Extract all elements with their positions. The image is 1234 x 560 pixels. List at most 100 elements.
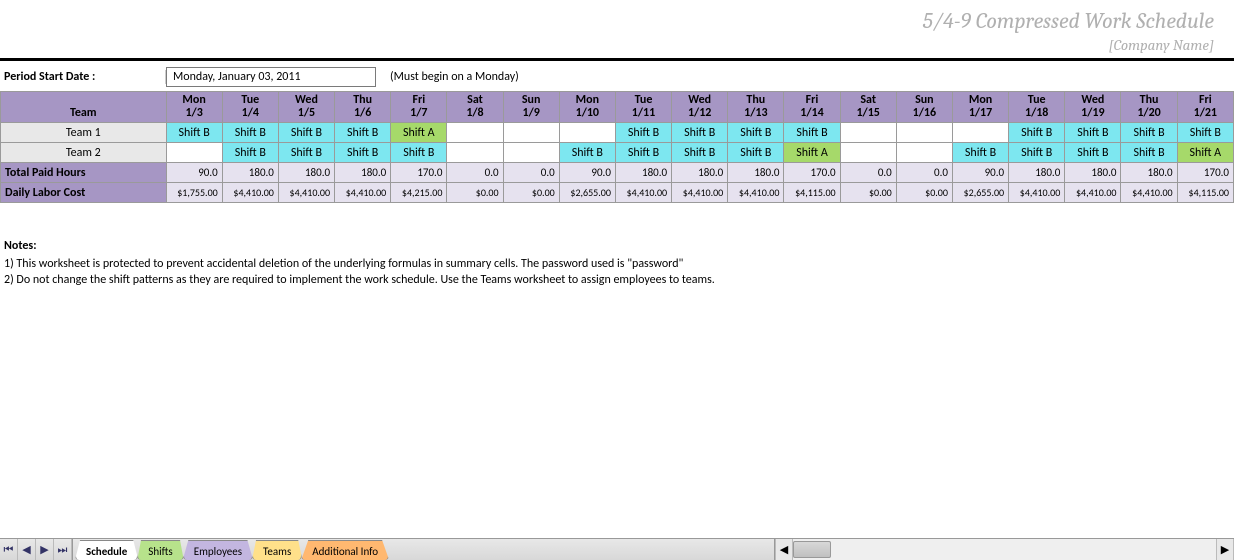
- daily-labor-cost-row-cell: $4,215.00: [391, 183, 447, 203]
- shift-cell[interactable]: Shift B: [222, 123, 278, 143]
- shift-cell[interactable]: Shift B: [728, 143, 784, 163]
- shift-cell[interactable]: Shift B: [1009, 123, 1065, 143]
- shift-cell[interactable]: Shift B: [335, 123, 391, 143]
- sheet-nav-next-icon[interactable]: ▶: [36, 539, 54, 560]
- shift-cell[interactable]: Shift B: [1065, 123, 1121, 143]
- team-header: Team: [1, 92, 167, 123]
- shift-cell[interactable]: [503, 143, 559, 163]
- sheet-nav-prev-icon[interactable]: ◀: [18, 539, 36, 560]
- daily-labor-cost-row-cell: $2,655.00: [952, 183, 1008, 203]
- shift-cell[interactable]: [896, 123, 952, 143]
- day-header: Sun1/9: [503, 92, 559, 123]
- shift-cell[interactable]: Shift B: [1121, 143, 1177, 163]
- day-date: 1/5: [283, 107, 330, 120]
- day-date: 1/21: [1182, 107, 1229, 120]
- day-header: Wed1/19: [1065, 92, 1121, 123]
- daily-labor-cost-row-label: Daily Labor Cost: [1, 183, 167, 203]
- total-paid-hours-row-cell: 90.0: [559, 163, 615, 183]
- daily-labor-cost-row-cell: $4,410.00: [1009, 183, 1065, 203]
- shift-cell[interactable]: [447, 123, 503, 143]
- total-paid-hours-row-cell: 170.0: [1177, 163, 1233, 183]
- daily-labor-cost-row-cell: $4,410.00: [1065, 183, 1121, 203]
- shift-cell[interactable]: Shift B: [1177, 123, 1233, 143]
- shift-cell[interactable]: Shift B: [278, 143, 334, 163]
- shift-cell[interactable]: Shift A: [784, 143, 840, 163]
- team-name-cell[interactable]: Team 1: [1, 123, 167, 143]
- shift-cell[interactable]: Shift A: [1177, 143, 1233, 163]
- shift-cell[interactable]: Shift B: [1065, 143, 1121, 163]
- shift-cell[interactable]: Shift B: [1121, 123, 1177, 143]
- shift-cell[interactable]: Shift B: [672, 143, 728, 163]
- sheet-nav-buttons: ⏮ ◀ ▶ ⏭: [0, 539, 73, 560]
- sheet-tab[interactable]: Shifts: [137, 540, 183, 560]
- team-name-cell[interactable]: Team 2: [1, 143, 167, 163]
- sheet-nav-last-icon[interactable]: ⏭: [54, 539, 72, 560]
- shift-cell[interactable]: Shift B: [222, 143, 278, 163]
- scroll-thumb[interactable]: [793, 541, 831, 558]
- sheet-tab-bar: ⏮ ◀ ▶ ⏭ ScheduleShiftsEmployeesTeamsAddi…: [0, 538, 1234, 560]
- day-date: 1/4: [227, 107, 274, 120]
- period-start-input[interactable]: [166, 67, 376, 87]
- shift-cell[interactable]: Shift B: [952, 143, 1008, 163]
- daily-labor-cost-row-cell: $4,410.00: [335, 183, 391, 203]
- shift-cell[interactable]: [447, 143, 503, 163]
- total-paid-hours-row-cell: 180.0: [1121, 163, 1177, 183]
- shift-cell[interactable]: Shift B: [728, 123, 784, 143]
- scroll-left-icon[interactable]: ◀: [775, 539, 793, 560]
- day-header: Sat1/15: [840, 92, 896, 123]
- total-paid-hours-row-cell: 180.0: [222, 163, 278, 183]
- period-start-label: Period Start Date :: [2, 70, 166, 84]
- daily-labor-cost-row-cell: $1,755.00: [166, 183, 222, 203]
- shift-cell[interactable]: Shift B: [615, 143, 671, 163]
- shift-cell[interactable]: Shift B: [672, 123, 728, 143]
- sheet-tabs: ScheduleShiftsEmployeesTeamsAdditional I…: [73, 539, 388, 560]
- schedule-table: Team Mon1/3Tue1/4Wed1/5Thu1/6Fri1/7Sat1/…: [0, 91, 1234, 203]
- shift-cell[interactable]: Shift B: [278, 123, 334, 143]
- sheet-tab[interactable]: Additional Info: [301, 540, 389, 560]
- total-paid-hours-row-cell: 170.0: [391, 163, 447, 183]
- day-header: Wed1/5: [278, 92, 334, 123]
- scroll-right-icon[interactable]: ▶: [1216, 539, 1234, 560]
- shift-cell[interactable]: Shift B: [391, 143, 447, 163]
- scroll-track[interactable]: [793, 539, 1216, 560]
- header-row: Team Mon1/3Tue1/4Wed1/5Thu1/6Fri1/7Sat1/…: [1, 92, 1234, 123]
- day-header: Fri1/21: [1177, 92, 1233, 123]
- day-date: 1/10: [564, 107, 611, 120]
- shift-cell[interactable]: Shift B: [166, 123, 222, 143]
- shift-cell[interactable]: Shift B: [615, 123, 671, 143]
- sheet-nav-first-icon[interactable]: ⏮: [0, 539, 18, 560]
- shift-cell[interactable]: [503, 123, 559, 143]
- shift-cell[interactable]: [559, 123, 615, 143]
- total-paid-hours-row-cell: 0.0: [503, 163, 559, 183]
- shift-cell[interactable]: Shift B: [559, 143, 615, 163]
- total-paid-hours-row-cell: 180.0: [1065, 163, 1121, 183]
- sheet-tab[interactable]: Employees: [183, 540, 253, 560]
- daily-labor-cost-row-cell: $4,410.00: [672, 183, 728, 203]
- day-date: 1/19: [1069, 107, 1116, 120]
- sheet-tab[interactable]: Schedule: [75, 540, 138, 560]
- shift-cell[interactable]: [840, 143, 896, 163]
- day-date: 1/13: [732, 107, 779, 120]
- daily-labor-cost-row-cell: $2,655.00: [559, 183, 615, 203]
- sheet-tab[interactable]: Teams: [252, 540, 302, 560]
- day-date: 1/14: [788, 107, 835, 120]
- day-date: 1/16: [901, 107, 948, 120]
- daily-labor-cost-row-cell: $4,410.00: [278, 183, 334, 203]
- shift-cell[interactable]: Shift B: [335, 143, 391, 163]
- shift-cell[interactable]: Shift B: [1009, 143, 1065, 163]
- day-date: 1/12: [676, 107, 723, 120]
- shift-cell[interactable]: [840, 123, 896, 143]
- total-paid-hours-row-cell: 0.0: [896, 163, 952, 183]
- shift-cell[interactable]: [896, 143, 952, 163]
- day-date: 1/6: [339, 107, 386, 120]
- shift-cell[interactable]: [952, 123, 1008, 143]
- total-paid-hours-row-cell: 170.0: [784, 163, 840, 183]
- daily-labor-cost-row-cell: $0.00: [840, 183, 896, 203]
- shift-cell[interactable]: Shift A: [391, 123, 447, 143]
- notes-line: 1) This worksheet is protected to preven…: [4, 255, 1230, 271]
- horizontal-scrollbar[interactable]: ◀ ▶: [774, 539, 1234, 560]
- shift-cell[interactable]: [166, 143, 222, 163]
- shift-cell[interactable]: Shift B: [784, 123, 840, 143]
- notes-section: Notes: 1) This worksheet is protected to…: [0, 203, 1234, 291]
- table-row: Team 2Shift BShift BShift BShift BShift …: [1, 143, 1234, 163]
